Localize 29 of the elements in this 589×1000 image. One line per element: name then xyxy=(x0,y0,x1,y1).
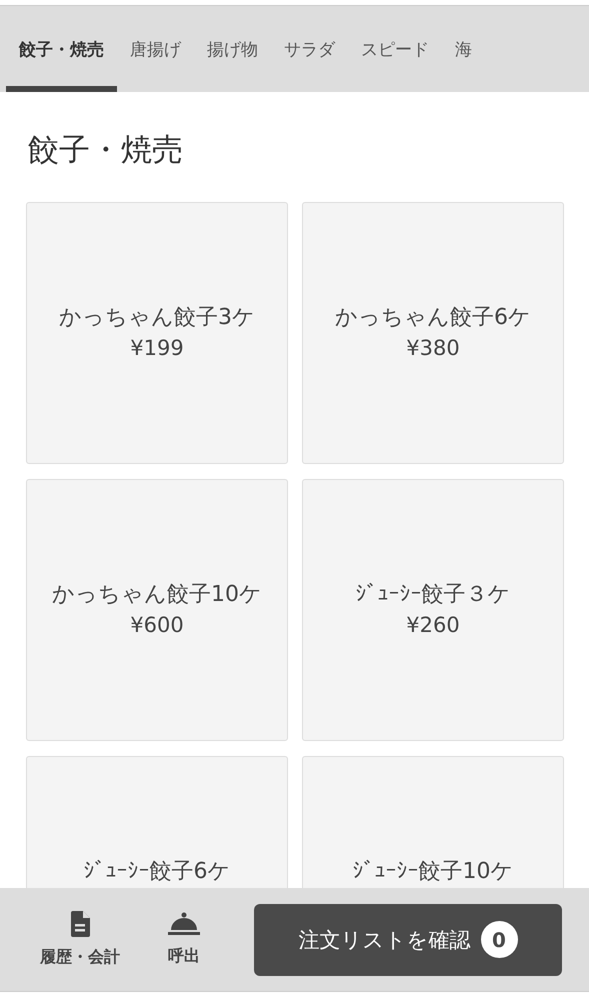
item-name: かっちゃん餃子10ケ xyxy=(52,581,262,609)
category-tab[interactable]: サラダ xyxy=(271,6,348,92)
item-price: ¥380 xyxy=(406,335,460,362)
order-list-button[interactable]: 注文リストを確認 0 xyxy=(254,904,562,976)
menu-item-card[interactable]: かっちゃん餃子6ケ ¥380 xyxy=(302,202,564,464)
order-count-badge: 0 xyxy=(480,921,518,958)
menu-item-card[interactable]: ｼﾞｭｰｼｰ餃子３ケ ¥260 xyxy=(302,479,564,741)
menu-item-card[interactable]: かっちゃん餃子10ケ ¥600 xyxy=(26,479,288,741)
menu-item-card[interactable]: ｼﾞｭｰｼｰ餃子6ケ xyxy=(26,756,288,888)
category-tab[interactable]: 餃子・焼売 xyxy=(6,6,117,92)
section-title: 餃子・焼売 xyxy=(28,131,184,170)
menu-item-card[interactable]: かっちゃん餃子3ケ ¥199 xyxy=(26,202,288,464)
menu-item-card[interactable]: ｼﾞｭｰｼｰ餃子10ケ xyxy=(302,756,564,888)
item-name: ｼﾞｭｰｼｰ餃子6ケ xyxy=(84,858,230,886)
document-icon xyxy=(70,911,90,937)
item-name: ｼﾞｭｰｼｰ餃子10ケ xyxy=(352,858,514,886)
item-name: かっちゃん餃子6ケ xyxy=(335,304,531,332)
history-button[interactable]: 履歴・会計 xyxy=(26,911,134,968)
item-price: ¥600 xyxy=(130,612,184,639)
item-price: ¥199 xyxy=(130,335,184,362)
category-tab[interactable]: 海 xyxy=(442,6,485,92)
item-name: かっちゃん餃子3ケ xyxy=(59,304,255,332)
call-button[interactable]: 呼出 xyxy=(134,912,234,967)
item-price: ¥260 xyxy=(406,612,460,639)
category-tab[interactable]: スピード xyxy=(348,6,442,92)
category-tab[interactable]: 揚げ物 xyxy=(194,6,271,92)
category-tab[interactable]: 唐揚げ xyxy=(117,6,194,92)
item-name: ｼﾞｭｰｼｰ餃子３ケ xyxy=(356,581,510,609)
bell-icon xyxy=(168,912,200,936)
